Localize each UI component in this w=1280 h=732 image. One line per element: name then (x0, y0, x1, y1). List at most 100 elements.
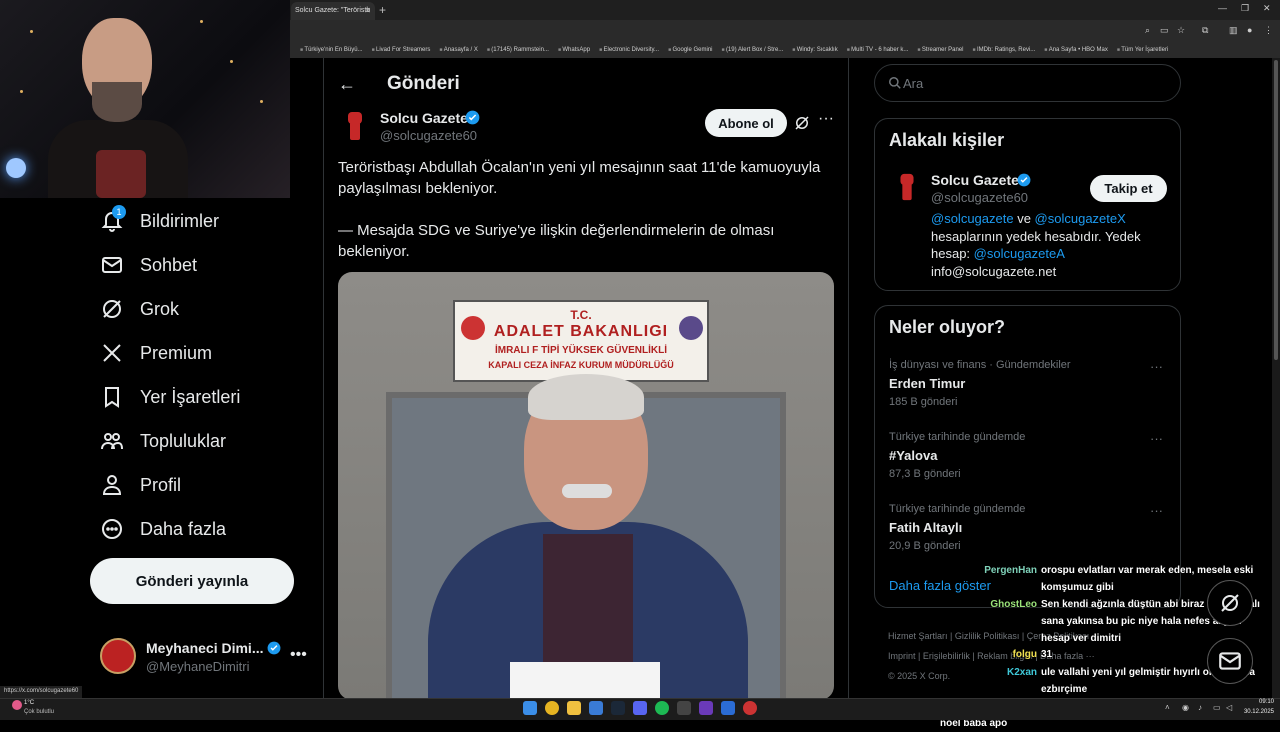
mention-link[interactable]: @solcugazete (931, 211, 1014, 226)
sidebar-icon[interactable]: ▥ (1229, 25, 1238, 36)
nav-label: Profil (140, 474, 182, 495)
column-divider (323, 58, 324, 698)
minimize-icon[interactable]: — (1218, 3, 1227, 13)
mention-link[interactable]: @solcugazeteX (1035, 211, 1126, 226)
nav-grok[interactable]: Grok (100, 291, 179, 327)
column-divider (848, 58, 849, 698)
spotify-icon[interactable] (655, 701, 669, 715)
nav-label: Daha fazla (140, 518, 227, 539)
tray-app-icon[interactable]: ◉ (1182, 703, 1189, 712)
menu-icon[interactable]: ⋮ (1264, 25, 1273, 36)
subscribe-button[interactable]: Abone ol (705, 109, 787, 137)
extensions-icon[interactable]: ⧉ (1202, 25, 1208, 36)
bookmark-item[interactable]: Anasayfa / X (439, 47, 478, 53)
trend-more-icon[interactable]: ··· (1150, 359, 1163, 374)
app-icon[interactable] (677, 701, 691, 715)
bookmark-item[interactable]: (19) Alert Box / Stre... (722, 47, 783, 53)
profile-icon[interactable]: ● (1247, 25, 1252, 35)
nav-more[interactable]: Daha fazla (100, 511, 226, 547)
nav-bookmarks[interactable]: Yer İşaretleri (100, 379, 240, 415)
bookmark-item[interactable]: IMDb: Ratings, Revi... (973, 47, 1035, 53)
app-icon[interactable] (699, 701, 713, 715)
file-explorer-icon[interactable] (567, 701, 581, 715)
tray-chevron-icon[interactable]: ˄ (1165, 703, 1170, 712)
bookmark-item[interactable]: Windy: Sıcaklık (792, 47, 838, 53)
bookmark-item[interactable]: Google Gemini (668, 47, 712, 53)
nav-label: Premium (140, 342, 213, 363)
nav-chat[interactable]: Sohbet (100, 247, 197, 283)
bookmark-item[interactable]: Türkiye'nin En Büyü... (300, 47, 362, 53)
messages-float-button[interactable] (1207, 638, 1253, 684)
bookmark-icon (105, 387, 119, 408)
related-handle[interactable]: @solcugazete60 (931, 190, 1028, 205)
windows-start-icon[interactable] (523, 701, 537, 715)
trend-name[interactable]: #Yalova (889, 448, 937, 463)
mention-link[interactable]: @solcugazeteA (974, 246, 1065, 261)
sign-line: İMRALI F TİPİ YÜKSEK GÜVENLİKLİ (494, 345, 668, 356)
close-window-icon[interactable]: ✕ (1263, 3, 1271, 14)
mic-icon[interactable]: ♪ (1198, 703, 1202, 712)
follow-button[interactable]: Takip et (1090, 175, 1167, 202)
post-button[interactable]: Gönderi yayınla (90, 558, 294, 604)
browser-tab[interactable]: Solcu Gazete: "Teröristb ✕ (291, 2, 375, 20)
new-tab-icon[interactable]: + (379, 3, 386, 17)
clock-time[interactable]: 09:10 (1244, 699, 1274, 705)
clock-date[interactable]: 30.12.2025 (1236, 709, 1274, 715)
nav-premium[interactable]: Premium (100, 335, 212, 371)
address-bar (290, 20, 1280, 42)
tweet-image[interactable]: T.C. ADALET BAKANLIGI İMRALI F TİPİ YÜKS… (338, 272, 834, 700)
trend-more-icon[interactable]: ··· (1150, 431, 1163, 446)
weather-icon[interactable] (12, 700, 22, 710)
steam-icon[interactable] (611, 701, 625, 715)
author-handle[interactable]: @solcugazete60 (380, 128, 477, 143)
verified-badge-icon (267, 641, 281, 655)
show-more-link[interactable]: Daha fazla göster (889, 578, 991, 593)
scrollbar-thumb[interactable] (1274, 60, 1278, 360)
nav-communities[interactable]: Topluluklar (100, 423, 226, 459)
back-arrow-icon[interactable]: ← (338, 74, 356, 95)
chat-user: PergenHan (984, 565, 1037, 576)
close-tab-icon[interactable]: ✕ (364, 6, 371, 15)
account-menu-icon[interactable]: ••• (290, 646, 307, 664)
search-input[interactable] (903, 74, 1163, 92)
more-options-icon[interactable]: ··· (818, 110, 834, 128)
solcu-gazete-logo[interactable] (340, 110, 370, 142)
avatar[interactable] (100, 638, 136, 674)
nav-profile[interactable]: Profil (100, 467, 181, 503)
related-name[interactable]: Solcu Gazete (931, 172, 1019, 188)
bookmark-item[interactable]: WhatsApp (558, 47, 590, 53)
chrome-icon[interactable] (545, 701, 559, 715)
bookmark-item[interactable]: Livad For Streamers (372, 47, 430, 53)
zoom-icon[interactable]: ⌕ (1145, 25, 1150, 36)
bookmark-item[interactable]: Streamer Panel (917, 47, 964, 53)
trend-name[interactable]: Erden Timur (889, 376, 965, 391)
bookmark-item[interactable]: Tüm Yer İşaretleri (1117, 47, 1168, 53)
maximize-icon[interactable]: ❐ (1241, 3, 1249, 14)
grok-icon[interactable] (793, 114, 811, 132)
grok-float-button[interactable] (1207, 580, 1253, 626)
discord-icon[interactable] (633, 701, 647, 715)
trend-more-icon[interactable]: ··· (1150, 503, 1163, 518)
mail-icon (1219, 652, 1241, 670)
browser-tab-bar (290, 0, 1280, 20)
trend-count: 20,9 B gönderi (889, 540, 961, 552)
trend-name[interactable]: Fatih Altaylı (889, 520, 962, 535)
bookmark-item[interactable]: (17145) Rammstein... (487, 47, 549, 53)
obs-icon[interactable] (743, 701, 757, 715)
network-icon[interactable]: ▭ (1213, 703, 1221, 712)
bookmark-star-icon[interactable]: ☆ (1177, 25, 1185, 36)
author-name[interactable]: Solcu Gazete (380, 110, 468, 126)
nav-label: Yer İşaretleri (140, 386, 241, 407)
nav-label: Grok (140, 298, 180, 319)
bookmark-item[interactable]: Ana Sayfa • HBO Max (1044, 47, 1108, 53)
bookmark-item[interactable]: Electronic Diversity... (599, 47, 659, 53)
app-icon[interactable] (721, 701, 735, 715)
cast-icon[interactable]: ▭ (1160, 25, 1169, 36)
sign-line: ADALET BAKANLIGI (493, 323, 669, 340)
volume-icon[interactable]: ◁ (1226, 703, 1232, 712)
trend-context: Türkiye tarihinde gündemde (889, 503, 1026, 515)
bookmark-item[interactable]: Multi TV - 6 haber k... (847, 47, 908, 53)
weather-temp: 1°C (24, 700, 35, 706)
app-icon[interactable] (589, 701, 603, 715)
solcu-gazete-logo[interactable] (893, 171, 921, 203)
